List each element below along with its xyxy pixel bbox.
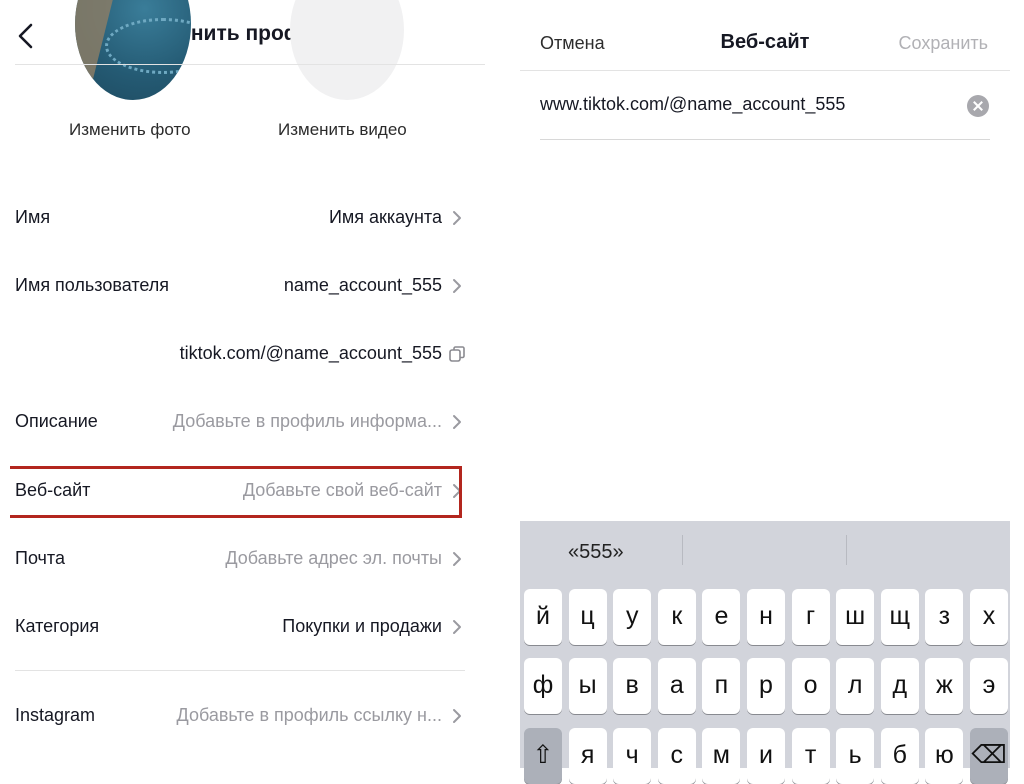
row-category[interactable]: Категория Покупки и продажи xyxy=(0,606,470,646)
row-username[interactable]: Имя пользователя name_account_555 xyxy=(0,265,470,305)
section-divider xyxy=(15,670,465,671)
key-row1-10[interactable]: х xyxy=(970,589,1008,645)
chevron-right-icon xyxy=(453,415,461,429)
key-row3-0[interactable]: ⇧ xyxy=(524,728,562,784)
key-row2-6[interactable]: о xyxy=(791,658,830,714)
key-row1-2[interactable]: у xyxy=(613,589,652,645)
chevron-left-icon xyxy=(18,23,33,49)
key-row3-9[interactable]: ю xyxy=(925,728,964,784)
change-photo-button[interactable]: Изменить фото xyxy=(69,120,191,140)
key-row2-0[interactable]: ф xyxy=(524,658,562,714)
row-value: Покупки и продажи xyxy=(282,616,442,636)
key-row1-9[interactable]: з xyxy=(925,589,964,645)
key-row1-1[interactable]: ц xyxy=(568,589,607,645)
key-row1-0[interactable]: й xyxy=(524,589,562,645)
key-row3-6[interactable]: т xyxy=(791,728,830,784)
website-edit-screen: Отмена Веб-сайт Сохранить «555» йцукенгш… xyxy=(520,0,1010,784)
input-underline xyxy=(540,139,990,140)
key-row2-3[interactable]: а xyxy=(657,658,696,714)
key-row3-1[interactable]: я xyxy=(568,728,607,784)
key-row2-2[interactable]: в xyxy=(613,658,652,714)
row-label: Описание xyxy=(15,411,98,431)
key-row1-6[interactable]: г xyxy=(791,589,830,645)
header-divider xyxy=(15,64,485,65)
key-row1-4[interactable]: е xyxy=(702,589,741,645)
key-row2-4[interactable]: п xyxy=(702,658,741,714)
cancel-button[interactable]: Отмена xyxy=(540,33,605,54)
row-value: Добавьте в профиль информа... xyxy=(172,411,442,431)
clear-input-icon[interactable] xyxy=(967,95,989,117)
key-row2-9[interactable]: ж xyxy=(925,658,964,714)
key-row2-8[interactable]: д xyxy=(880,658,919,714)
key-row3-10[interactable]: ⌫ xyxy=(970,728,1008,784)
key-row1-3[interactable]: к xyxy=(657,589,696,645)
row-email[interactable]: Почта Добавьте адрес эл. почты xyxy=(0,538,470,578)
key-row3-3[interactable]: с xyxy=(657,728,696,784)
row-label: Веб-сайт xyxy=(15,480,91,500)
row-instagram[interactable]: Instagram Добавьте в профиль ссылку н... xyxy=(0,695,470,735)
change-video-button[interactable]: Изменить видео xyxy=(278,120,407,140)
row-website[interactable]: Веб-сайт Добавьте свой веб-сайт xyxy=(0,470,470,510)
chevron-right-icon xyxy=(453,211,461,225)
row-label: Почта xyxy=(15,548,65,568)
suggestion-divider xyxy=(846,535,847,565)
row-value: Добавьте свой веб-сайт xyxy=(242,480,442,500)
row-label: Instagram xyxy=(15,705,96,725)
profile-link-text: tiktok.com/@name_account_555 xyxy=(179,343,442,363)
copy-icon[interactable] xyxy=(448,345,466,363)
row-label: Категория xyxy=(15,616,100,636)
website-input[interactable] xyxy=(540,94,950,115)
chevron-right-icon xyxy=(453,620,461,634)
row-value: Добавьте в профиль ссылку н... xyxy=(176,705,442,725)
key-row3-7[interactable]: ь xyxy=(836,728,875,784)
key-row1-8[interactable]: щ xyxy=(880,589,919,645)
key-row3-5[interactable]: и xyxy=(747,728,785,784)
key-row1-5[interactable]: н xyxy=(747,589,785,645)
save-button[interactable]: Сохранить xyxy=(899,33,988,54)
key-row3-4[interactable]: м xyxy=(702,728,741,784)
chevron-right-icon xyxy=(453,279,461,293)
key-row1-7[interactable]: ш xyxy=(836,589,875,645)
row-value: Добавьте адрес эл. почты xyxy=(225,548,442,568)
row-profile-link[interactable]: tiktok.com/@name_account_555 xyxy=(0,333,470,373)
key-row2-1[interactable]: ы xyxy=(568,658,607,714)
key-row3-8[interactable]: б xyxy=(880,728,919,784)
suggestion-divider xyxy=(682,535,683,565)
row-name[interactable]: Имя Имя аккаунта xyxy=(0,197,470,237)
row-label: Имя xyxy=(15,207,51,227)
profile-video-placeholder[interactable] xyxy=(290,0,404,100)
keyboard: «555» й ц у к е н г ш щ з х ф ы в а п р о л д ж э ⇧ я ч с м и т ь б ю ⌫ xyxy=(520,521,1010,784)
keyboard-suggestion[interactable]: «555» xyxy=(568,541,624,564)
back-button[interactable] xyxy=(12,20,42,52)
row-label: Имя пользователя xyxy=(15,275,170,295)
page-title: Веб-сайт xyxy=(720,31,810,53)
chevron-right-icon xyxy=(453,709,461,723)
key-row3-2[interactable]: ч xyxy=(613,728,652,784)
header-divider xyxy=(520,70,1010,71)
row-bio[interactable]: Описание Добавьте в профиль информа... xyxy=(0,401,470,441)
row-value: Имя аккаунта xyxy=(328,207,442,227)
profile-photo[interactable] xyxy=(75,0,191,100)
key-row2-10[interactable]: э xyxy=(970,658,1008,714)
edit-profile-screen: Изменить профиль Изменить фото Изменить … xyxy=(0,0,500,768)
chevron-right-icon xyxy=(453,484,461,498)
key-row2-5[interactable]: р xyxy=(747,658,785,714)
key-row2-7[interactable]: л xyxy=(836,658,875,714)
chevron-right-icon xyxy=(453,552,461,566)
row-value: name_account_555 xyxy=(283,275,442,295)
